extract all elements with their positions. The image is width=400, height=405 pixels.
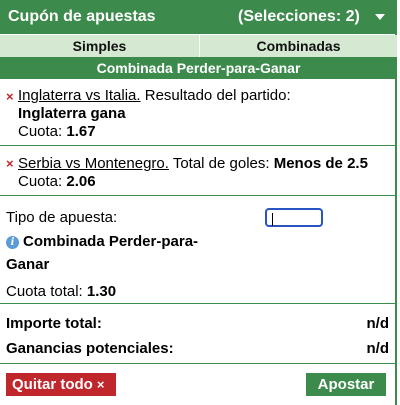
market-label: Total de goles: [168,155,274,172]
remove-all-button[interactable]: Quitar todo × [6,373,116,396]
selection-description: Serbia vs Montenegro. Total de goles: Me… [18,155,368,172]
match-link[interactable]: Inglaterra vs Italia. [18,87,141,104]
remove-selection-icon[interactable]: × [6,156,14,171]
total-odds-label: Cuota total: [6,283,87,300]
bet-type-section: Tipo de apuesta: i Combinada Perder-para… [0,196,397,304]
stake-input[interactable] [265,208,323,227]
bet-slip-footer: Quitar todo × Apostar [0,364,397,405]
odds-value: 2.06 [66,173,96,190]
total-odds-value: 1.30 [86,283,117,300]
bet-slip-header[interactable]: Cupón de apuestas (Selecciones: 2) [0,0,397,34]
totals-section: Importe total: n/d Ganancias potenciales… [0,304,397,364]
selection-description: Inglaterra vs Italia. Resultado del part… [18,87,291,104]
place-bet-button[interactable]: Apostar [306,373,386,396]
bet-type-name: Combinada Perder-para- [23,233,199,250]
odds-label: Cuota: [18,173,67,190]
total-odds-line: Cuota total: 1.30 [6,283,116,300]
odds-line: Cuota: 2.06 [18,173,96,190]
text-caret [272,213,273,226]
info-icon[interactable]: i [6,236,19,249]
total-stake-value: n/d [366,315,390,332]
market-label: Resultado del partido: [140,87,291,104]
match-link[interactable]: Serbia vs Montenegro. [18,155,169,172]
potential-winnings-value: n/d [366,340,390,357]
chevron-down-icon[interactable] [375,14,385,20]
bet-type-tabs: Simples Combinadas [0,35,397,57]
bet-type-label: Tipo de apuesta: [6,209,118,226]
pick-label: Menos de 2.5 [273,155,368,172]
potential-winnings-label: Ganancias potenciales: [6,340,174,357]
pick-label: Inglaterra gana [18,105,126,122]
remove-selection-icon[interactable]: × [6,89,14,104]
bet-slip: Cupón de apuestas (Selecciones: 2) Simpl… [0,0,397,405]
combo-subheader: Combinada Perder-para-Ganar [0,57,397,79]
tab-combinadas[interactable]: Combinadas [200,35,397,57]
selection-item: × Serbia vs Montenegro. Total de goles: … [0,146,397,196]
bet-type-name-cont: Ganar [6,256,50,273]
tab-simples[interactable]: Simples [0,35,199,57]
bet-slip-title: Cupón de apuestas [8,8,156,25]
odds-label: Cuota: [18,123,67,140]
odds-line: Cuota: 1.67 [18,123,96,140]
odds-value: 1.67 [66,123,96,140]
close-icon: × [96,377,105,392]
selection-item: × Inglaterra vs Italia. Resultado del pa… [0,79,397,146]
selections-count: (Selecciones: 2) [238,8,360,25]
remove-all-label: Quitar todo [12,376,93,393]
total-stake-label: Importe total: [6,315,102,332]
